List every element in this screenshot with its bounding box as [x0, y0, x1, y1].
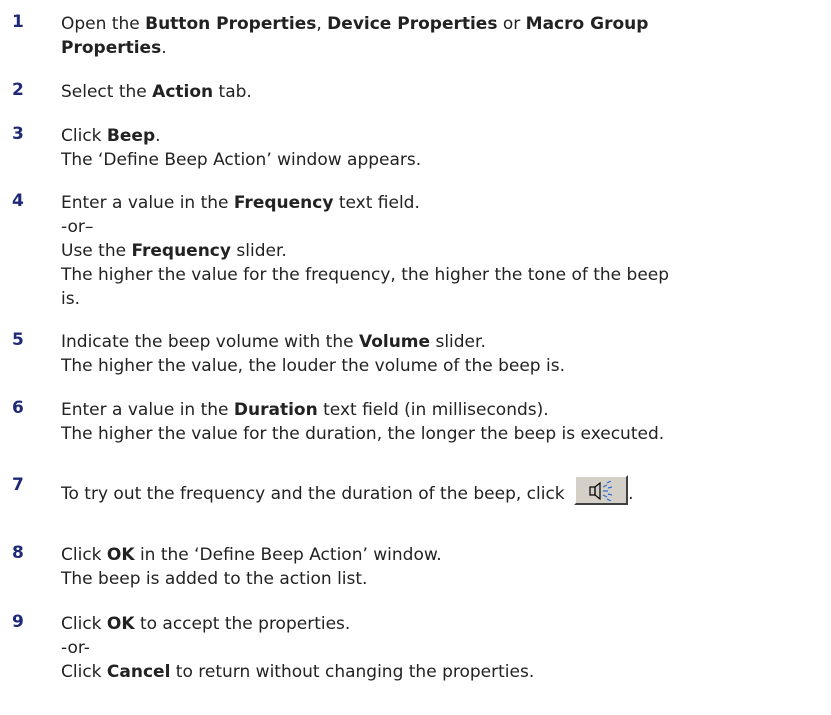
step-result: The ‘Define Beep Action’ window appears. [61, 150, 422, 170]
text: Click [61, 662, 107, 682]
text: Enter a value in the [61, 400, 234, 420]
step-result: The higher the value, the louder the vol… [61, 356, 565, 376]
step-text: Click OK in the ‘Define Beep Action’ win… [61, 543, 811, 567]
step-text-continued: Properties. [61, 36, 811, 60]
text: text field (in milliseconds). [317, 400, 549, 420]
ui-term: Macro Group [525, 14, 649, 34]
text: Select the [61, 82, 153, 102]
step-result: The higher the value for the frequency, … [61, 265, 670, 285]
step-result: The beep is added to the action list. [61, 569, 368, 589]
ui-term: Beep [106, 126, 156, 146]
text: or [497, 14, 526, 34]
ui-term: Action [152, 82, 214, 102]
step-text: Open the Button Properties, Device Prope… [61, 12, 811, 36]
or-separator: -or- [61, 638, 90, 658]
text: Open the [61, 14, 146, 34]
ui-term: OK [106, 614, 135, 634]
ui-term: Volume [358, 332, 431, 352]
ui-term: Duration [233, 400, 318, 420]
text: in the ‘Define Beep Action’ window. [134, 545, 442, 565]
step-number: 1 [12, 12, 24, 32]
text: slider. [230, 241, 287, 261]
text: to return without changing the propertie… [170, 662, 535, 682]
text: Indicate the beep volume with the [61, 332, 359, 352]
text: Click [61, 126, 107, 146]
step-text: Click OK to accept the properties. [61, 612, 811, 636]
ui-term: Button Properties [145, 14, 317, 34]
text: . [628, 484, 634, 504]
text: . [155, 126, 161, 146]
ui-term: Cancel [106, 662, 171, 682]
speaker-icon [589, 481, 613, 501]
step-number: 3 [12, 124, 24, 144]
ui-term: OK [106, 545, 135, 565]
step-text: Select the Action tab. [61, 80, 811, 104]
step-alternative: Click Cancel to return without changing … [61, 660, 811, 684]
text: tab. [213, 82, 252, 102]
step-text: Enter a value in the Duration text field… [61, 398, 811, 422]
ui-term: Frequency [233, 193, 334, 213]
step-alternative: Use the Frequency slider. [61, 239, 811, 263]
step-text: Click Beep. [61, 124, 811, 148]
ui-term: Frequency [131, 241, 231, 261]
step-number: 5 [12, 330, 24, 350]
text: Use the [61, 241, 132, 261]
text: Click [61, 614, 107, 634]
step-result-continued: is. [61, 289, 80, 309]
step-text: Indicate the beep volume with the Volume… [61, 330, 811, 354]
or-separator: -or– [61, 217, 94, 237]
text: . [161, 38, 167, 58]
test-beep-button[interactable] [574, 475, 629, 505]
text: , [316, 14, 328, 34]
step-text: To try out the frequency and the duratio… [61, 475, 811, 506]
step-number: 9 [12, 612, 24, 632]
text: slider. [430, 332, 486, 352]
step-number: 7 [12, 475, 24, 495]
text: To try out the frequency and the duratio… [61, 484, 571, 504]
step-number: 8 [12, 543, 24, 563]
ui-term: Properties [61, 38, 162, 58]
step-number: 2 [12, 80, 24, 100]
step-result: The higher the value for the duration, t… [61, 424, 665, 444]
step-number: 4 [12, 191, 24, 211]
text: text field. [333, 193, 420, 213]
text: Enter a value in the [61, 193, 234, 213]
procedure-steps: 1 Open the Button Properties, Device Pro… [0, 0, 831, 715]
text: to accept the properties. [134, 614, 351, 634]
text: Click [61, 545, 107, 565]
step-number: 6 [12, 398, 24, 418]
step-text: Enter a value in the Frequency text fiel… [61, 191, 811, 215]
ui-term: Device Properties [327, 14, 498, 34]
